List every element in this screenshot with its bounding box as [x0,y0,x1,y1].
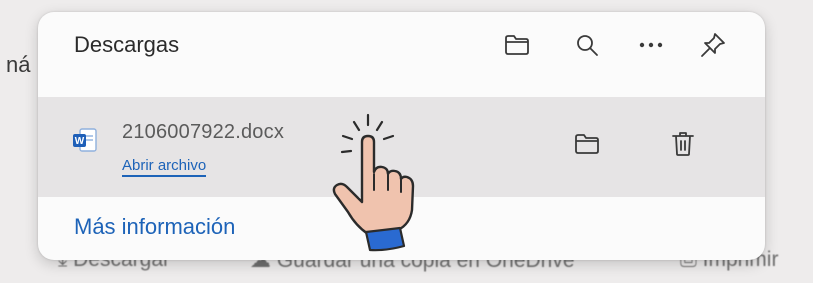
more-info-link[interactable]: Más información [74,214,235,240]
show-in-folder-icon[interactable] [570,127,604,161]
open-file-link[interactable]: Abrir archivo [122,157,207,177]
search-icon[interactable] [570,28,604,62]
file-name: 2106007922.docx [122,121,285,143]
pointing-hand-cursor-icon [332,113,415,252]
word-doc-icon: W [72,127,98,155]
folder-icon[interactable] [500,28,534,62]
delete-icon[interactable] [666,127,700,161]
svg-text:W: W [75,136,85,147]
pin-icon[interactable] [696,28,730,62]
flyout-title: Descargas [74,32,180,57]
more-options-icon[interactable] [634,28,668,62]
background-partial-text: ná [6,52,31,77]
